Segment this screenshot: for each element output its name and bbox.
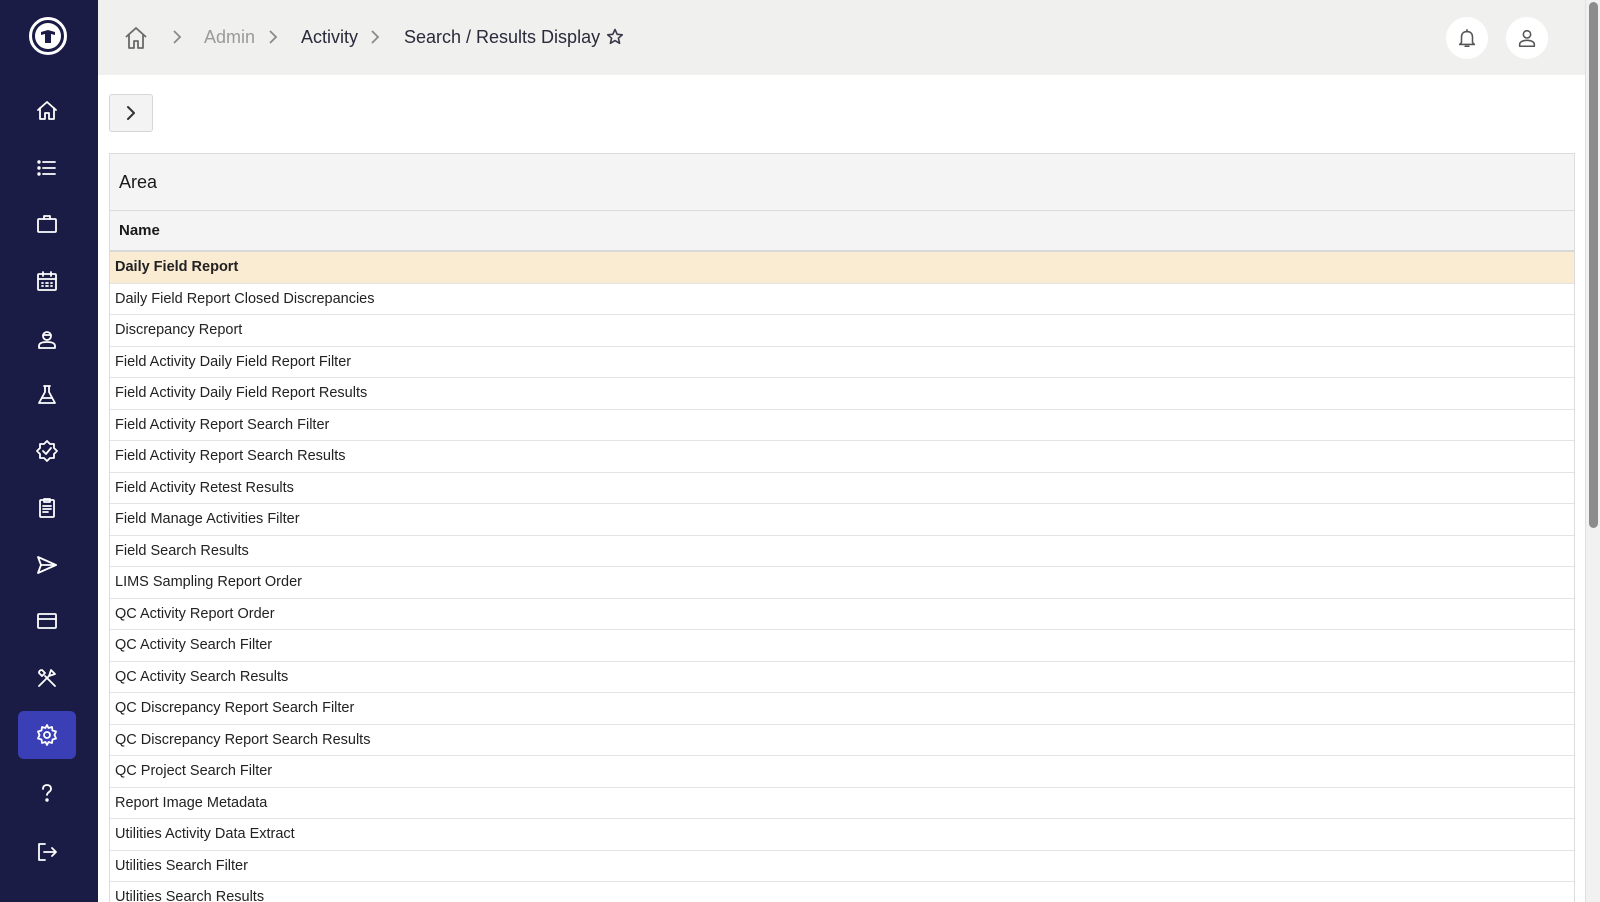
- nav-help[interactable]: [18, 769, 76, 817]
- table-row[interactable]: QC Activity Report Order: [110, 599, 1574, 630]
- table-row[interactable]: Field Search Results: [110, 536, 1574, 567]
- table-row[interactable]: Field Activity Retest Results: [110, 473, 1574, 504]
- table-row[interactable]: Utilities Search Filter: [110, 851, 1574, 882]
- breadcrumb-current-page: Search / Results Display: [404, 27, 601, 47]
- nav-reports[interactable]: [18, 484, 76, 532]
- page-scrollbar[interactable]: [1585, 0, 1600, 902]
- tools-icon: [38, 669, 56, 687]
- table-row[interactable]: LIMS Sampling Report Order: [110, 567, 1574, 599]
- user-icon: [1518, 29, 1536, 48]
- verified-badge-icon: [36, 440, 58, 462]
- table-row[interactable]: QC Activity Search Filter: [110, 630, 1574, 662]
- company-logo-icon[interactable]: [29, 17, 67, 55]
- notifications-button[interactable]: [1446, 17, 1488, 59]
- credit-card-icon: [37, 613, 57, 629]
- table-row[interactable]: Discrepancy Report: [110, 315, 1574, 347]
- table-row[interactable]: QC Project Search Filter: [110, 756, 1574, 788]
- breadcrumb-admin[interactable]: Admin: [204, 0, 255, 75]
- bell-icon: [1458, 28, 1476, 48]
- flask-icon: [38, 385, 56, 404]
- table-row[interactable]: Report Image Metadata: [110, 788, 1574, 819]
- table-row[interactable]: Field Manage Activities Filter: [110, 504, 1574, 536]
- table-row[interactable]: Field Activity Report Search Filter: [110, 410, 1574, 441]
- table-row[interactable]: Utilities Activity Data Extract: [110, 819, 1574, 851]
- clipboard-icon: [39, 498, 55, 518]
- logout-icon: [38, 843, 57, 861]
- table-row[interactable]: QC Discrepancy Report Search Filter: [110, 693, 1574, 725]
- table-row[interactable]: Field Activity Daily Field Report Result…: [110, 378, 1574, 410]
- send-icon: [37, 556, 57, 574]
- calendar-icon: [37, 271, 57, 291]
- nav-admin[interactable]: [18, 711, 76, 759]
- breadcrumb-home-icon[interactable]: [122, 24, 150, 52]
- chevron-right-icon: [127, 106, 135, 120]
- chevron-right-icon: [264, 28, 282, 46]
- chevron-right-icon: [366, 28, 384, 46]
- question-icon: [42, 784, 52, 802]
- top-header: Admin Activity Search / Results Display: [98, 0, 1585, 75]
- sidebar: [0, 0, 98, 902]
- scrollbar-thumb[interactable]: [1589, 2, 1598, 528]
- user-profile-button[interactable]: [1506, 17, 1548, 59]
- nav-logout[interactable]: [18, 828, 76, 876]
- favorite-star-icon[interactable]: [606, 28, 624, 46]
- nav-qc[interactable]: [18, 427, 76, 475]
- table-row[interactable]: Daily Field Report Closed Discrepancies: [110, 284, 1574, 315]
- list-icon: [37, 160, 56, 176]
- table-row[interactable]: Daily Field Report: [110, 252, 1574, 284]
- briefcase-icon: [37, 215, 57, 233]
- area-panel: Area Name Daily Field Report Daily Field …: [109, 153, 1575, 902]
- gear-icon: [37, 724, 57, 746]
- table-body: Daily Field Report Daily Field Report Clo…: [110, 252, 1574, 902]
- nav-lab[interactable]: [18, 371, 76, 419]
- nav-send[interactable]: [18, 541, 76, 589]
- nav-tools[interactable]: [18, 654, 76, 702]
- expand-panel-button[interactable]: [109, 94, 153, 132]
- nav-list[interactable]: [18, 144, 76, 192]
- breadcrumb-activity[interactable]: Activity: [301, 0, 358, 75]
- home-icon: [37, 101, 57, 120]
- table-row[interactable]: Field Activity Report Search Results: [110, 441, 1574, 473]
- nav-calendar[interactable]: [18, 257, 76, 305]
- table-row[interactable]: Field Activity Daily Field Report Filter: [110, 347, 1574, 378]
- chevron-right-icon: [168, 28, 186, 46]
- nav-billing[interactable]: [18, 597, 76, 645]
- nav-projects[interactable]: [18, 200, 76, 248]
- column-header-name[interactable]: Name: [110, 211, 1574, 252]
- nav-home[interactable]: [18, 87, 76, 135]
- worker-icon: [38, 331, 56, 349]
- nav-personnel[interactable]: [18, 315, 76, 363]
- table-row[interactable]: Utilities Search Results: [110, 882, 1574, 902]
- table-row[interactable]: QC Discrepancy Report Search Results: [110, 725, 1574, 756]
- table-row[interactable]: QC Activity Search Results: [110, 662, 1574, 693]
- panel-title: Area: [110, 154, 1574, 211]
